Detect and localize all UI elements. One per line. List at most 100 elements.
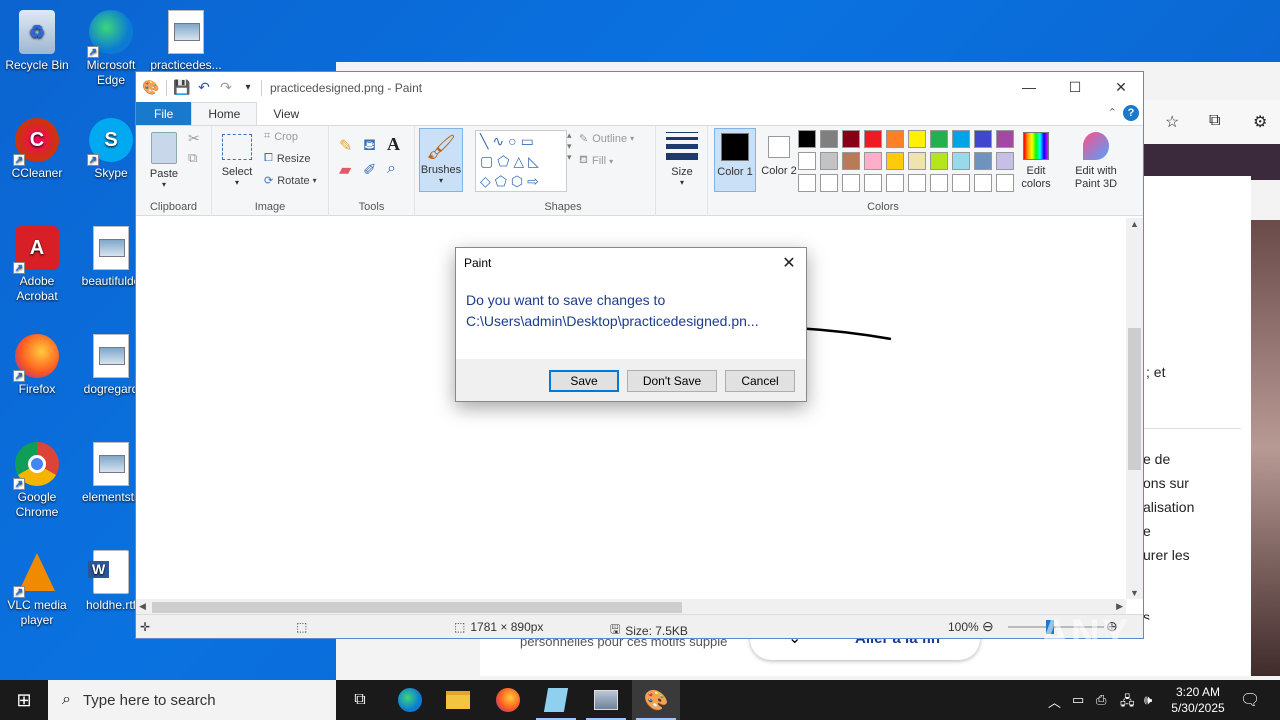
battery-icon[interactable]: ▭ xyxy=(1072,692,1084,708)
customize-quick-access-icon[interactable]: ▾ xyxy=(237,78,259,98)
desktop-icon-practicedesigned[interactable]: practicedes... xyxy=(150,4,222,73)
horizontal-scroll-thumb[interactable] xyxy=(152,602,682,613)
palette-color-swatch[interactable] xyxy=(798,152,816,170)
crop-button[interactable]: ⌗ Crop xyxy=(264,130,298,143)
palette-color-swatch[interactable] xyxy=(886,152,904,170)
custom-color-slot[interactable] xyxy=(864,174,882,192)
notifications-icon[interactable]: 🗨 xyxy=(1240,690,1260,710)
maximize-button[interactable]: ☐ xyxy=(1052,72,1098,102)
paint-app-icon[interactable]: 🎨 xyxy=(140,78,162,98)
palette-color-swatch[interactable] xyxy=(974,152,992,170)
fill-bucket-icon[interactable]: ⛾ xyxy=(363,136,376,156)
clock[interactable]: 3:20 AM 5/30/2025 xyxy=(1162,684,1234,716)
rotate-button[interactable]: ⟳ Rotate ▾ xyxy=(264,174,317,188)
collections-icon[interactable]: ⧉ xyxy=(1209,112,1220,130)
palette-color-swatch[interactable] xyxy=(930,130,948,148)
brushes-button[interactable]: 🖌 Brushes ▾ xyxy=(419,128,463,192)
volume-icon[interactable]: 🕪 xyxy=(1144,692,1152,708)
favorites-star-icon[interactable]: ☆ xyxy=(1165,112,1179,132)
palette-color-swatch[interactable] xyxy=(974,130,992,148)
redo-icon[interactable]: ↷ xyxy=(215,78,237,98)
desktop-icon-chrome[interactable]: ↗ Google Chrome xyxy=(1,436,73,520)
palette-color-swatch[interactable] xyxy=(820,130,838,148)
palette-color-swatch[interactable] xyxy=(842,152,860,170)
custom-color-slot[interactable] xyxy=(974,174,992,192)
taskbar-paint-icon[interactable]: 🎨 xyxy=(632,680,680,720)
palette-color-swatch[interactable] xyxy=(842,130,860,148)
desktop-icon-firefox[interactable]: ↗ Firefox xyxy=(1,328,73,397)
desktop-icon-recycle-bin[interactable]: ♻ Recycle Bin xyxy=(1,4,73,73)
start-button[interactable]: ⊞ xyxy=(0,680,48,720)
fill-button[interactable]: ⛾ Fill ▾ xyxy=(579,154,613,168)
taskbar-file-explorer-icon[interactable] xyxy=(434,680,482,720)
custom-color-slot[interactable] xyxy=(952,174,970,192)
palette-color-swatch[interactable] xyxy=(996,152,1014,170)
device-icon[interactable]: ⎙ xyxy=(1096,692,1106,708)
custom-color-slot[interactable] xyxy=(930,174,948,192)
undo-icon[interactable]: ↶ xyxy=(193,78,215,98)
palette-color-swatch[interactable] xyxy=(908,130,926,148)
tab-home[interactable]: Home xyxy=(191,102,258,125)
cut-icon[interactable]: ✂ xyxy=(188,130,200,147)
dont-save-button[interactable]: Don't Save xyxy=(627,370,717,392)
minimize-button[interactable]: — xyxy=(1006,72,1052,102)
taskbar-edge-icon[interactable] xyxy=(386,680,434,720)
custom-color-slot[interactable] xyxy=(908,174,926,192)
palette-color-swatch[interactable] xyxy=(930,152,948,170)
taskbar-notepad-icon[interactable] xyxy=(532,680,580,720)
color-picker-icon[interactable]: ✐ xyxy=(363,160,376,180)
scroll-up-icon[interactable]: ▲ xyxy=(1130,219,1139,229)
dialog-close-icon[interactable]: ✕ xyxy=(778,252,800,274)
custom-color-slot[interactable] xyxy=(996,174,1014,192)
shapes-scroll-icon[interactable]: ▴ ▾ ▾ xyxy=(567,130,572,163)
close-button[interactable]: ✕ xyxy=(1098,72,1144,102)
network-icon[interactable]: 🖧 xyxy=(1120,692,1135,714)
eraser-icon[interactable]: ▰ xyxy=(339,160,351,180)
palette-color-swatch[interactable] xyxy=(886,130,904,148)
color2-button[interactable]: Color 2 xyxy=(758,128,800,192)
scroll-right-icon[interactable]: ▶ xyxy=(1116,601,1123,612)
paste-button[interactable]: Paste ▾ xyxy=(146,132,182,189)
text-tool-icon[interactable]: A xyxy=(387,134,400,155)
palette-color-swatch[interactable] xyxy=(952,152,970,170)
outline-button[interactable]: ✎ Outline ▾ xyxy=(579,132,634,146)
palette-color-swatch[interactable] xyxy=(952,130,970,148)
vertical-scrollbar[interactable]: ▲ ▼ xyxy=(1126,218,1143,599)
extensions-icon[interactable]: ⚙ xyxy=(1253,112,1267,132)
custom-color-slot[interactable] xyxy=(820,174,838,192)
edit-colors-button[interactable]: Edit colors xyxy=(1016,128,1056,192)
save-icon[interactable]: 💾 xyxy=(171,78,193,98)
resize-button[interactable]: ⧠ Resize xyxy=(264,152,310,165)
scroll-left-icon[interactable]: ◀ xyxy=(139,601,146,612)
taskbar-search[interactable]: ⌕ Type here to search xyxy=(48,680,336,720)
edit-with-paint3d-button[interactable]: Edit with Paint 3D xyxy=(1070,128,1122,192)
palette-color-swatch[interactable] xyxy=(798,130,816,148)
palette-color-swatch[interactable] xyxy=(996,130,1014,148)
palette-color-swatch[interactable] xyxy=(864,130,882,148)
show-hidden-icons[interactable]: ︿ xyxy=(1048,692,1061,711)
shapes-gallery[interactable]: ╲∿○▭ ▢⬠△◺ ◇⬠⬡⇨ xyxy=(475,130,567,192)
palette-color-swatch[interactable] xyxy=(864,152,882,170)
size-button[interactable]: Size ▾ xyxy=(664,132,700,187)
custom-color-slot[interactable] xyxy=(886,174,904,192)
custom-color-slot[interactable] xyxy=(842,174,860,192)
taskbar-photos-icon[interactable] xyxy=(582,680,630,720)
zoom-out-icon[interactable]: ⊖ xyxy=(982,618,994,635)
desktop-icon-ccleaner[interactable]: C ↗ CCleaner xyxy=(1,112,73,181)
vertical-scroll-thumb[interactable] xyxy=(1128,328,1141,470)
taskbar-firefox-icon[interactable] xyxy=(484,680,532,720)
tab-view[interactable]: View xyxy=(257,102,315,125)
palette-color-swatch[interactable] xyxy=(908,152,926,170)
cancel-button[interactable]: Cancel xyxy=(725,370,795,392)
custom-color-slot[interactable] xyxy=(798,174,816,192)
tab-file[interactable]: File xyxy=(136,102,192,125)
desktop-icon-acrobat[interactable]: A ↗ Adobe Acrobat xyxy=(1,220,73,304)
palette-color-swatch[interactable] xyxy=(820,152,838,170)
pencil-icon[interactable]: ✎ xyxy=(339,136,352,156)
collapse-ribbon-icon[interactable]: ⌃ xyxy=(1108,106,1117,119)
save-button[interactable]: Save xyxy=(549,370,619,392)
color1-button[interactable]: Color 1 xyxy=(714,128,756,192)
copy-icon[interactable]: ⧉ xyxy=(188,150,197,166)
select-button[interactable]: Select ▾ xyxy=(220,134,254,187)
task-view-icon[interactable]: ⧉ xyxy=(336,680,384,720)
